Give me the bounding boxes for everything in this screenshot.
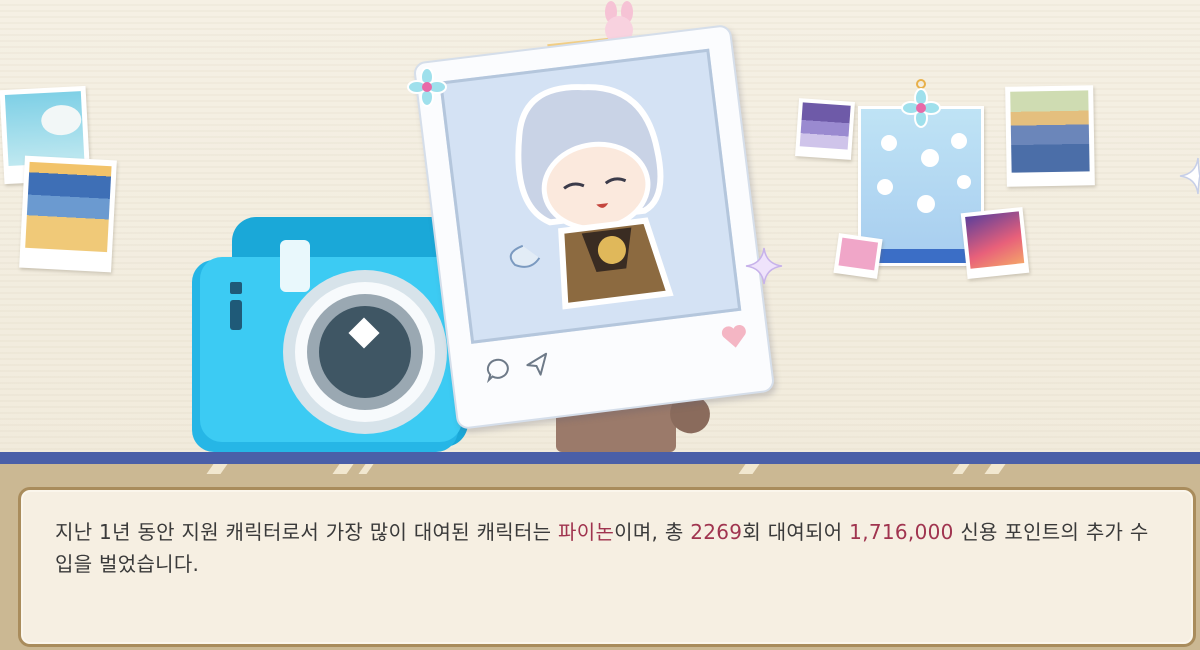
dialog-text-segment: 지난 1년 동안 지원 캐릭터로서 가장 많이 대여된 캐릭터는 <box>55 520 559 544</box>
chibi-character <box>509 84 674 310</box>
shelf-top <box>0 452 1200 464</box>
camera-icon <box>192 217 468 452</box>
send-icon <box>526 352 548 376</box>
portrait-area <box>439 48 742 344</box>
photo-sunset <box>960 206 1030 280</box>
dialog-text-segment: 이며, 총 <box>614 520 691 544</box>
rental-count: 2269 <box>690 520 743 544</box>
dialog-box[interactable]: 지난 1년 동안 지원 캐릭터로서 가장 많이 대여된 캐릭터는 파이논이며, … <box>18 487 1196 647</box>
character-name: 파이논 <box>558 520 615 544</box>
photo-pink-small <box>833 233 883 279</box>
heart-icon <box>721 325 746 348</box>
credit-amount: 1,716,000 <box>849 520 954 544</box>
photo-landscape <box>1005 85 1095 187</box>
sparkle-icon <box>745 247 783 285</box>
scene-background <box>0 0 1200 462</box>
polaroid-frame <box>412 23 776 431</box>
photo-purple <box>795 98 855 160</box>
chat-bubble-icon <box>486 358 509 384</box>
photo-beach <box>19 155 117 273</box>
flower-pin-icon <box>901 79 941 128</box>
dialog-text: 지난 1년 동안 지원 캐릭터로서 가장 많이 대여된 캐릭터는 파이논이며, … <box>55 516 1165 580</box>
sparkle-icon <box>1179 157 1200 195</box>
flower-pin-icon <box>407 67 447 107</box>
dialog-text-segment: 회 대여되어 <box>742 520 850 544</box>
